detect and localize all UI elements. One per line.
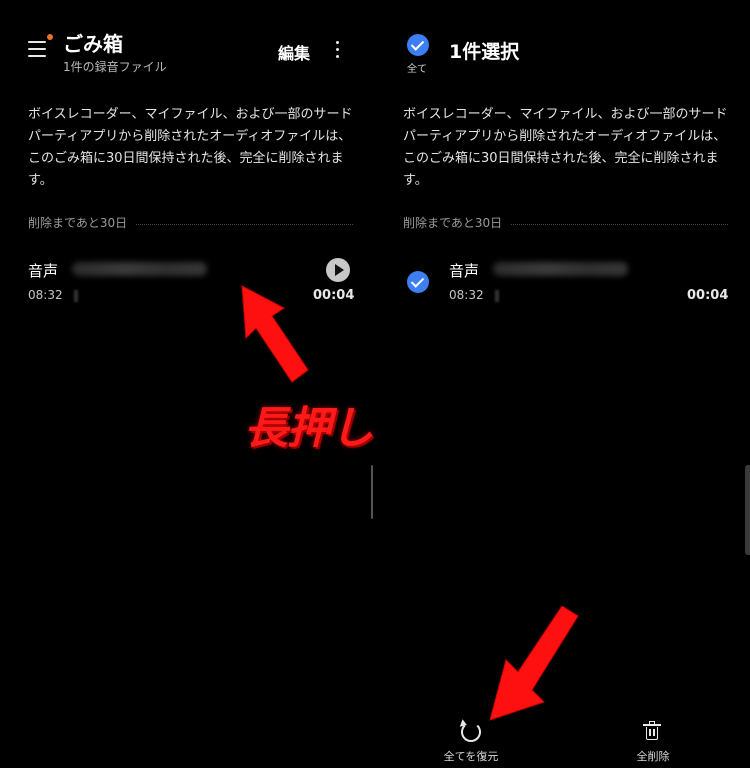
item-time: 08:32 xyxy=(28,288,63,302)
page-title: ごみ箱 xyxy=(63,32,123,56)
page-subtitle: 1件の録音ファイル xyxy=(63,60,167,74)
section-label: 削除まであと30日 xyxy=(403,214,511,231)
annotation-arrow-down-left xyxy=(489,606,579,721)
restore-all-button[interactable]: 全てを復元 xyxy=(411,718,531,764)
section-header: 削除まであと30日 xyxy=(403,214,728,234)
menu-icon[interactable] xyxy=(28,41,46,57)
item-duration: 00:04 xyxy=(687,288,729,303)
blurred-date xyxy=(74,290,78,302)
trash-screen: ごみ箱 1件の録音ファイル 編集 ボイスレコーダー、マイファイル、および一部のサ… xyxy=(0,0,375,768)
screen: ごみ箱 1件の録音ファイル 編集 ボイスレコーダー、マイファイル、および一部のサ… xyxy=(0,0,750,768)
long-press-annotation: 長押し xyxy=(244,403,374,454)
selected-count: 1件選択 xyxy=(449,41,520,63)
more-vert-icon[interactable] xyxy=(330,40,346,60)
trash-description: ボイスレコーダー、マイファイル、および一部のサードパーティアプリから削除されたオ… xyxy=(403,107,728,188)
section-header: 削除まであと30日 xyxy=(28,214,353,234)
item-check-icon[interactable] xyxy=(407,271,429,293)
item-name: 音声 xyxy=(28,262,59,280)
item-time: 08:32 xyxy=(449,288,484,302)
edit-button[interactable]: 編集 xyxy=(278,40,310,64)
restore-icon xyxy=(461,722,481,742)
delete-all-label: 全削除 xyxy=(636,750,670,763)
check-circle-icon xyxy=(407,34,429,56)
list-item[interactable]: 音声 08:32 00:04 xyxy=(375,250,750,310)
notification-dot xyxy=(47,34,53,40)
item-duration: 00:04 xyxy=(313,288,355,303)
trash-icon xyxy=(643,721,661,740)
blurred-date xyxy=(495,290,499,302)
play-icon[interactable] xyxy=(326,258,350,282)
list-item[interactable]: 音声 08:32 00:04 xyxy=(0,250,375,310)
edge-panel-handle[interactable] xyxy=(745,465,750,555)
section-label: 削除まであと30日 xyxy=(28,214,136,231)
annotation-arrow-up-left xyxy=(241,285,309,383)
restore-all-label: 全てを復元 xyxy=(443,750,499,763)
select-all-label: 全て xyxy=(407,64,427,75)
trash-description: ボイスレコーダー、マイファイル、および一部のサードパーティアプリから削除されたオ… xyxy=(28,107,353,188)
item-name: 音声 xyxy=(449,262,480,280)
blurred-filename xyxy=(72,262,207,276)
select-all-toggle[interactable]: 全て xyxy=(405,34,431,76)
blurred-filename xyxy=(493,262,628,276)
delete-all-button[interactable]: 全削除 xyxy=(593,718,713,764)
scrollbar[interactable] xyxy=(371,465,373,519)
